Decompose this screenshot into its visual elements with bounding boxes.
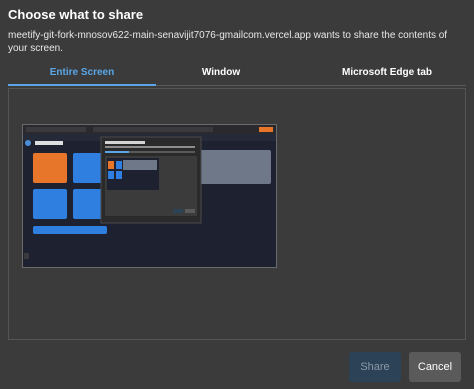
entire-screen-thumbnail[interactable] xyxy=(22,124,277,268)
dialog-description: meetify-git-fork-mnosov622-main-senaviji… xyxy=(8,30,448,54)
tab-edge-tab[interactable]: Microsoft Edge tab xyxy=(308,66,466,86)
source-tabs: Entire Screen Window Microsoft Edge tab xyxy=(8,66,466,86)
share-button[interactable]: Share xyxy=(349,352,401,382)
dialog-title: Choose what to share xyxy=(8,7,144,22)
active-tab-indicator xyxy=(8,84,156,86)
share-dialog: Choose what to share meetify-git-fork-mn… xyxy=(0,0,474,389)
tab-entire-screen[interactable]: Entire Screen xyxy=(8,66,156,86)
tab-window[interactable]: Window xyxy=(156,66,286,86)
screen-preview-image xyxy=(23,125,276,267)
cancel-button[interactable]: Cancel xyxy=(409,352,461,382)
